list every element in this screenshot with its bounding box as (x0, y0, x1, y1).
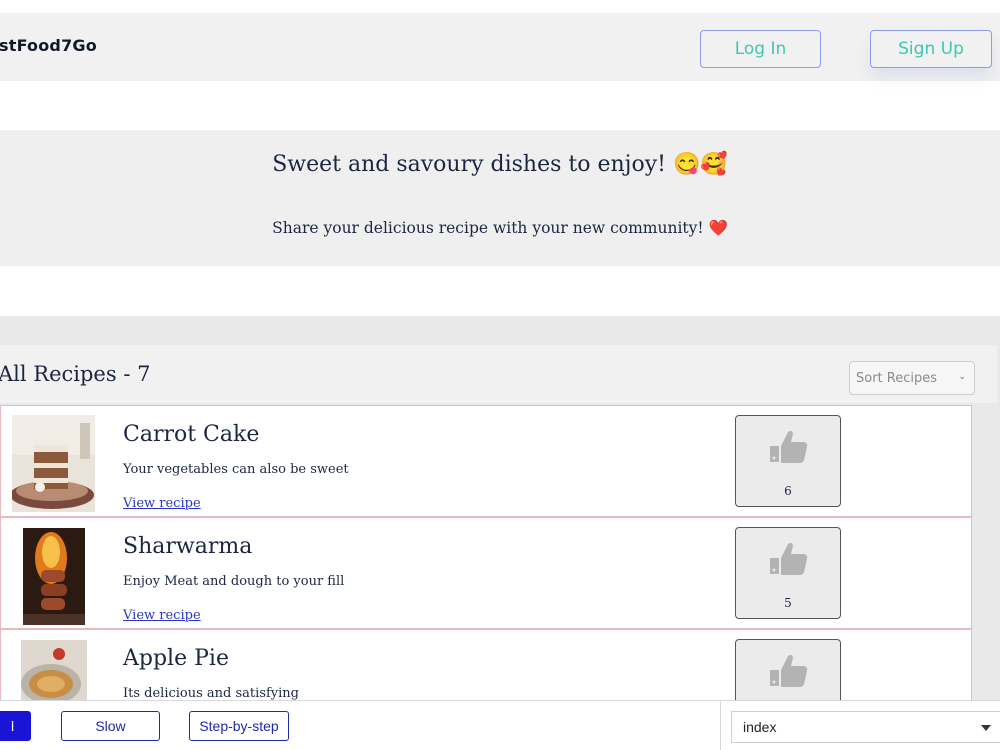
recipe-card: Carrot Cake Your vegetables can also be … (0, 405, 972, 517)
apple-pie-image (21, 640, 87, 702)
like-button[interactable]: 6 (735, 415, 841, 507)
recipe-card: Sharwarma Enjoy Meat and dough to your f… (0, 517, 972, 629)
recipe-description: Enjoy Meat and dough to your fill (123, 574, 345, 589)
hero-subtitle: Share your delicious recipe with your ne… (272, 219, 728, 237)
thumbs-up-icon (770, 654, 808, 687)
recipe-title: Carrot Cake (123, 422, 260, 447)
recipe-title: Sharwarma (123, 534, 253, 559)
sharwarma-image (23, 528, 85, 625)
view-recipe-link[interactable]: View recipe (123, 496, 201, 511)
slow-button[interactable]: Slow (61, 711, 160, 741)
navbar (0, 13, 1000, 81)
thumbs-up-icon (770, 430, 808, 463)
chevron-down-icon: ⌄ (958, 372, 966, 382)
step-by-step-button[interactable]: Step-by-step (189, 711, 289, 741)
index-select-value: index (743, 719, 777, 735)
control-divider (720, 700, 721, 750)
recipes-count-title: All Recipes - 7 (0, 362, 151, 386)
recipe-title: Apple Pie (123, 646, 229, 671)
like-count: 5 (784, 596, 792, 610)
brand-logo[interactable]: stFood7Go (0, 36, 97, 55)
signup-button[interactable]: Sign Up (870, 30, 992, 68)
carrot-cake-image (12, 415, 95, 512)
hero-title: Sweet and savoury dishes to enjoy! 😋🥰 (272, 152, 728, 177)
recipe-description: Its delicious and satisfying (123, 686, 299, 701)
recipe-description: Your vegetables can also be sweet (123, 462, 349, 477)
sort-recipes-select[interactable]: Sort Recipes ⌄ (849, 361, 975, 395)
hero-banner (0, 130, 1000, 266)
sort-recipes-placeholder: Sort Recipes (856, 370, 938, 386)
like-count: 6 (784, 484, 792, 498)
index-select[interactable]: index (731, 711, 1000, 743)
thumbs-up-icon (770, 542, 808, 575)
caret-down-icon (981, 725, 991, 731)
view-recipe-link[interactable]: View recipe (123, 608, 201, 623)
like-button[interactable]: 5 (735, 527, 841, 619)
normal-speed-button[interactable]: l (0, 711, 31, 741)
login-button[interactable]: Log In (700, 30, 821, 68)
